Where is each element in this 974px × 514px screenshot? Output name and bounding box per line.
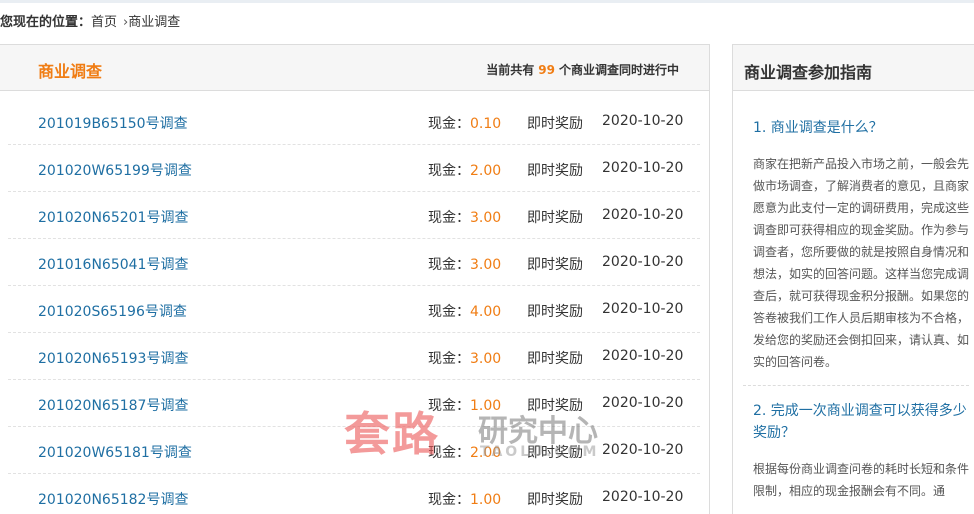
breadcrumb-current: 商业调查 bbox=[128, 15, 181, 30]
survey-cash: 现金：3.00 bbox=[428, 254, 501, 274]
reward-type: 即时奖励 bbox=[527, 304, 583, 320]
cash-label: 现金： bbox=[428, 257, 470, 273]
guide-header: 商业调查参加指南 bbox=[733, 45, 974, 91]
guide-question-2: 2. 完成一次商业调查可以获得多少奖励？ bbox=[753, 403, 967, 441]
survey-title-link[interactable]: 201016N65041号调查 bbox=[38, 254, 188, 274]
cash-amount: 4.00 bbox=[470, 304, 502, 320]
survey-list-panel: 商业调查 当前共有 99 个商业调查同时进行中 201019B65150号调查 现金… bbox=[0, 44, 710, 514]
survey-date: 2020-10-20 bbox=[602, 301, 684, 317]
survey-date: 2020-10-20 bbox=[602, 207, 684, 223]
survey-title-link[interactable]: 201020N65201号调查 bbox=[38, 207, 188, 227]
survey-cash: 现金：2.00 bbox=[428, 442, 501, 462]
survey-title-link[interactable]: 201020N65193号调查 bbox=[38, 348, 188, 368]
survey-list-header: 商业调查 当前共有 99 个商业调查同时进行中 bbox=[0, 45, 709, 91]
survey-cash: 现金：3.00 bbox=[428, 207, 501, 227]
cash-amount: 2.00 bbox=[470, 163, 502, 179]
survey-title-link[interactable]: 201020S65196号调查 bbox=[38, 301, 187, 321]
survey-rows: 201019B65150号调查 现金：0.10 即时奖励 2020-10-20 … bbox=[8, 98, 700, 514]
survey-row: 201020N65187号调查 现金：1.00 即时奖励 2020-10-20 bbox=[8, 380, 700, 427]
cash-label: 现金： bbox=[428, 398, 470, 414]
breadcrumb-home-link[interactable]: 首页 bbox=[91, 15, 117, 30]
survey-row: 201020S65196号调查 现金：4.00 即时奖励 2020-10-20 bbox=[8, 286, 700, 333]
breadcrumb: 您现在的位置：首页 ›商业调查 bbox=[0, 11, 180, 30]
survey-row: 201020N65182号调查 现金：1.00 即时奖励 2020-10-20 bbox=[8, 474, 700, 514]
reward-type: 即时奖励 bbox=[527, 116, 583, 132]
cash-amount: 2.00 bbox=[470, 445, 502, 461]
cash-label: 现金： bbox=[428, 304, 470, 320]
reward-type: 即时奖励 bbox=[527, 492, 583, 508]
survey-date: 2020-10-20 bbox=[602, 348, 684, 364]
survey-cash: 现金：0.10 bbox=[428, 113, 501, 133]
survey-date: 2020-10-20 bbox=[602, 113, 684, 129]
guide-divider bbox=[743, 385, 969, 386]
survey-cash: 现金：4.00 bbox=[428, 301, 501, 321]
guide-body: 1. 商业调查是什么？ 商家在把新产品投入市场之前，一般会先做市场调查，了解消费… bbox=[743, 103, 969, 502]
survey-title-link[interactable]: 201020N65182号调查 bbox=[38, 489, 188, 509]
survey-count-number: 99 bbox=[538, 63, 555, 77]
survey-date: 2020-10-20 bbox=[602, 254, 684, 270]
cash-amount: 3.00 bbox=[470, 210, 502, 226]
reward-type: 即时奖励 bbox=[527, 257, 583, 273]
cash-label: 现金： bbox=[428, 116, 470, 132]
survey-date: 2020-10-20 bbox=[602, 442, 684, 458]
survey-title-link[interactable]: 201020W65181号调查 bbox=[38, 442, 192, 462]
survey-cash: 现金：3.00 bbox=[428, 348, 501, 368]
cash-label: 现金： bbox=[428, 351, 470, 367]
survey-count-text: 当前共有 99 个商业调查同时进行中 bbox=[486, 61, 679, 78]
survey-date: 2020-10-20 bbox=[602, 160, 684, 176]
cash-amount: 3.00 bbox=[470, 351, 502, 367]
survey-title-link[interactable]: 201020W65199号调查 bbox=[38, 160, 192, 180]
guide-question-1: 1. 商业调查是什么？ bbox=[753, 120, 883, 136]
reward-type: 即时奖励 bbox=[527, 445, 583, 461]
survey-row: 201016N65041号调查 现金：3.00 即时奖励 2020-10-20 bbox=[8, 239, 700, 286]
survey-cash: 现金：2.00 bbox=[428, 160, 501, 180]
survey-row: 201020N65193号调查 现金：3.00 即时奖励 2020-10-20 bbox=[8, 333, 700, 380]
guide-title: 商业调查参加指南 bbox=[744, 63, 873, 82]
cash-amount: 1.00 bbox=[470, 492, 502, 508]
reward-type: 即时奖励 bbox=[527, 398, 583, 414]
cash-label: 现金： bbox=[428, 163, 470, 179]
cash-label: 现金： bbox=[428, 445, 470, 461]
reward-type: 即时奖励 bbox=[527, 163, 583, 179]
survey-row: 201020W65199号调查 现金：2.00 即时奖励 2020-10-20 bbox=[8, 145, 700, 192]
survey-cash: 现金：1.00 bbox=[428, 395, 501, 415]
survey-title-link[interactable]: 201019B65150号调查 bbox=[38, 113, 188, 133]
survey-row: 201020W65181号调查 现金：2.00 即时奖励 2020-10-20 bbox=[8, 427, 700, 474]
reward-type: 即时奖励 bbox=[527, 210, 583, 226]
survey-title-link[interactable]: 201020N65187号调查 bbox=[38, 395, 188, 415]
guide-answer-2: 根据每份商业调查问卷的耗时长短和条件限制，相应的现金报酬会有不同。通 bbox=[753, 462, 970, 498]
survey-list-title: 商业调查 bbox=[38, 62, 103, 81]
reward-type: 即时奖励 bbox=[527, 351, 583, 367]
cash-amount: 3.00 bbox=[470, 257, 502, 273]
top-border bbox=[0, 0, 974, 3]
survey-row: 201020N65201号调查 现金：3.00 即时奖励 2020-10-20 bbox=[8, 192, 700, 239]
cash-label: 现金： bbox=[428, 210, 470, 226]
survey-row: 201019B65150号调查 现金：0.10 即时奖励 2020-10-20 bbox=[8, 98, 700, 145]
guide-panel: 商业调查参加指南 1. 商业调查是什么？ 商家在把新产品投入市场之前，一般会先做… bbox=[732, 44, 974, 514]
breadcrumb-lead: 您现在的位置： bbox=[0, 15, 92, 30]
survey-date: 2020-10-20 bbox=[602, 489, 684, 505]
guide-answer-1: 商家在把新产品投入市场之前，一般会先做市场调查，了解消费者的意见，且商家愿意为此… bbox=[753, 157, 970, 369]
count-suffix: 个商业调查同时进行中 bbox=[558, 63, 679, 77]
count-prefix: 当前共有 bbox=[486, 63, 535, 77]
survey-date: 2020-10-20 bbox=[602, 395, 684, 411]
cash-label: 现金： bbox=[428, 492, 470, 508]
cash-amount: 0.10 bbox=[470, 116, 502, 132]
survey-cash: 现金：1.00 bbox=[428, 489, 501, 509]
cash-amount: 1.00 bbox=[470, 398, 502, 414]
